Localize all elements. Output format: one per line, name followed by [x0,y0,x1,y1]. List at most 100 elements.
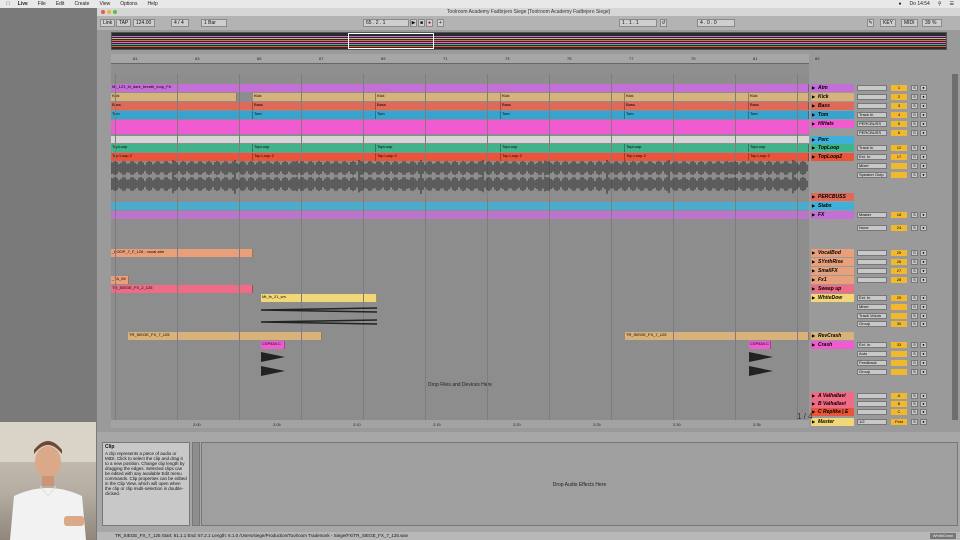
track-lane[interactable]: Bass Bass Bass Bass Bass Bass [111,102,809,110]
track-header-14[interactable]: Fx1 [811,276,854,284]
arm-button[interactable]: ● [920,259,927,265]
track-activator[interactable]: 4 [891,112,907,118]
track-header-13[interactable]: SmallFX [811,267,854,275]
clip[interactable]: _LOOP_7_F_126 - vocal atm [111,249,253,257]
track-activator[interactable]: 24 [891,225,907,231]
clip[interactable]: Tom [501,111,625,119]
track-activator[interactable]: B [891,401,907,407]
track-lane[interactable] [111,258,809,266]
clip[interactable]: Bass [376,102,501,110]
track-activator[interactable]: 18 [891,212,907,218]
io-chooser[interactable]: Track In [857,112,887,118]
solo-button[interactable]: S [911,103,918,109]
solo-button[interactable]: S [911,295,918,301]
track-header-15[interactable]: Sweep up [811,285,854,293]
io-chooser[interactable]: Mixer [857,304,887,310]
menu-view[interactable]: View [99,1,110,7]
io-chooser[interactable]: Feedback [857,360,887,366]
io-chooser[interactable]: Ext. In [857,154,887,160]
clip[interactable]: Kick [253,93,376,101]
track-activator[interactable]: 29 [891,295,907,301]
track-activator[interactable]: 5 [891,121,907,127]
io-chooser[interactable]: 1/2 [857,419,887,425]
track-header-21[interactable]: C Replika | E [811,408,854,416]
track-activator[interactable]: 12 [891,145,907,151]
io-chooser[interactable]: Track In [857,145,887,151]
io-chooser[interactable]: PERCBUSS [857,130,887,136]
minimize-window-button[interactable] [107,10,111,14]
track-header-10[interactable]: FX [811,211,854,219]
track-header-8[interactable]: PERCBUSS [811,193,854,201]
stop-icon[interactable]: ■ [418,19,425,27]
clip[interactable]: Tom [749,111,809,119]
solo-button[interactable]: S [911,121,918,127]
io-chooser[interactable]: Track Volum [857,313,887,319]
play-icon[interactable]: ▶ [410,19,417,27]
device-drop-area[interactable]: Drop Audio Effects Here [201,442,958,526]
io-chooser[interactable] [857,268,887,274]
pencil-icon[interactable]: ✎ [867,19,874,27]
clip[interactable]: Bass [501,102,625,110]
io-chooser[interactable] [857,409,887,415]
arm-button[interactable]: ● [920,121,927,127]
track-lane[interactable] [111,136,809,143]
track-header-7[interactable]: TopLoop2 [811,153,854,161]
arm-button[interactable]: ● [920,145,927,151]
io-chooser[interactable] [857,103,887,109]
track-header-18[interactable]: Crash [811,341,854,349]
link-button[interactable]: Link [100,19,116,27]
track-activator[interactable]: C [891,409,907,415]
track-header-3[interactable]: Tom [811,111,854,119]
clip[interactable]: Kick [376,93,501,101]
device-chain-handle[interactable] [192,442,200,526]
track-header-11[interactable]: VocalBod [811,249,854,257]
track-activator[interactable]: Post [891,419,907,425]
apple-icon[interactable]:  [6,1,10,7]
arm-button[interactable]: ● [920,369,927,375]
track-lane[interactable]: KickKickKickKickKickKick [111,93,809,101]
solo-button[interactable]: S [911,94,918,100]
io-chooser[interactable] [857,85,887,91]
key-map-button[interactable]: KEY [880,19,897,27]
clip[interactable]: CSP834.C [749,341,771,349]
track-activator[interactable] [891,360,907,366]
solo-button[interactable]: S [911,351,918,357]
track-lane[interactable] [111,267,809,275]
track-header-6[interactable]: TopLoop [811,144,854,152]
track-header-0[interactable]: Atm [811,84,854,92]
io-chooser[interactable]: Group [857,369,887,375]
arm-button[interactable]: ● [920,321,927,327]
solo-button[interactable]: S [911,342,918,348]
track-activator[interactable]: 26 [891,259,907,265]
track-header-16[interactable]: WhiteDow [811,294,854,302]
track-lane[interactable] [111,211,809,219]
solo-button[interactable]: S [911,250,918,256]
clip[interactable]: TR_SIEGE_FX_7_125 [128,332,322,340]
solo-button[interactable]: S [911,277,918,283]
io-chooser[interactable] [857,401,887,407]
clip[interactable]: Bass [111,102,253,110]
io-chooser[interactable] [857,94,887,100]
arm-button[interactable]: ● [920,409,927,415]
track-lane[interactable]: _LOOP_7_F_126 - vocal atm [111,249,809,257]
clip[interactable]: CSP834.C [261,341,285,349]
arm-button[interactable]: ● [920,401,927,407]
arm-button[interactable]: ● [920,419,927,425]
track-header-20[interactable]: B Valhallavi [811,400,854,408]
close-window-button[interactable] [101,10,105,14]
track-header-17[interactable]: RevCrash [811,332,854,340]
arrangement-view[interactable]: Mt_123_bl_dark_breath_loop_F# Kick Kick Kic… [111,74,809,420]
quantize-menu[interactable]: 1 Bar [201,19,227,27]
track-lane[interactable]: TomTomTomTomTomTom [111,111,809,119]
arm-button[interactable]: ● [920,304,927,310]
track-activator[interactable] [891,369,907,375]
track-lane[interactable]: TR_SIEGE_FX_7_125 TR_SIEGE_FX_7_125 [111,332,809,340]
track-header-2[interactable]: Bass [811,102,854,110]
loop-length-field[interactable]: 4 . 0 . 0 [697,19,735,27]
clip[interactable]: TopLoop [501,144,625,152]
track-lane[interactable] [111,408,809,416]
track-header-19[interactable]: A Valhallavi [811,392,854,400]
track-activator[interactable] [891,163,907,169]
track-header-12[interactable]: SYnthRise [811,258,854,266]
arm-button[interactable]: ● [920,351,927,357]
